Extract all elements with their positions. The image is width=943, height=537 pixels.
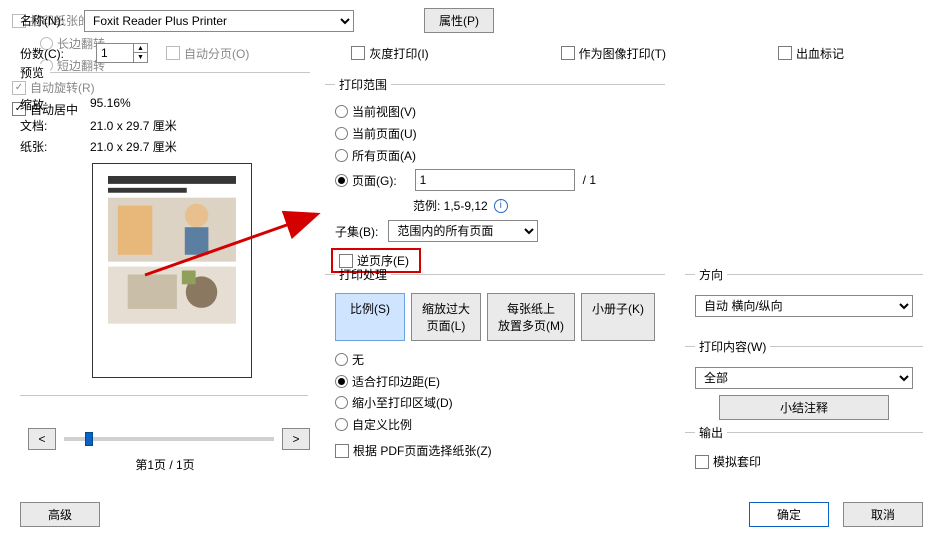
scale-shrink-radio[interactable]: 缩小至打印区域(D) xyxy=(335,394,453,411)
cancel-button[interactable]: 取消 xyxy=(843,502,923,527)
print-content-select[interactable]: 全部 xyxy=(695,367,913,389)
paper-label: 纸张: xyxy=(20,138,90,155)
pages-radio[interactable]: 页面(G): xyxy=(335,172,397,189)
output-legend: 输出 xyxy=(695,424,727,441)
collate-checkbox: 自动分页(O) xyxy=(166,45,249,62)
spinner-down-icon[interactable]: ▼ xyxy=(133,53,147,62)
print-handling-group: 打印处理 比例(S) 缩放过大页面(L) 每张纸上放置多页(M) 小册子(K) … xyxy=(325,266,665,466)
scale-custom-radio[interactable]: 自定义比例 xyxy=(335,416,412,433)
tab-multi-per-sheet[interactable]: 每张纸上放置多页(M) xyxy=(487,293,575,341)
zoom-label: 缩放: xyxy=(20,96,90,113)
pages-total: / 1 xyxy=(583,173,596,187)
doc-label: 文档: xyxy=(20,117,90,134)
preview-next-button[interactable]: > xyxy=(282,428,310,450)
pages-example: 范例: 1,5-9,12 xyxy=(413,197,488,214)
tab-booklet[interactable]: 小册子(K) xyxy=(581,293,655,341)
preview-thumbnail-image xyxy=(108,176,236,324)
slider-thumb[interactable] xyxy=(85,432,93,446)
all-pages-radio[interactable]: 所有页面(A) xyxy=(335,147,416,164)
print-handling-legend: 打印处理 xyxy=(335,266,391,283)
current-page-radio[interactable]: 当前页面(U) xyxy=(335,125,417,142)
current-view-radio[interactable]: 当前视图(V) xyxy=(335,103,416,120)
copies-label: 份数(C): xyxy=(20,45,84,62)
orientation-group: 方向 自动 横向/纵向 xyxy=(685,266,923,326)
spinner-up-icon[interactable]: ▲ xyxy=(133,44,147,53)
print-content-group: 打印内容(W) 全部 小结注释 xyxy=(685,338,923,412)
printer-name-label: 名称(N): xyxy=(20,12,84,29)
print-content-legend: 打印内容(W) xyxy=(695,338,770,355)
grayscale-checkbox[interactable]: 灰度打印(I) xyxy=(351,45,428,62)
output-group: 输出 模拟套印 xyxy=(685,424,923,472)
bleed-checkbox[interactable]: 出血标记 xyxy=(778,45,844,62)
ok-button[interactable]: 确定 xyxy=(749,502,829,527)
pages-input[interactable] xyxy=(415,169,575,191)
scale-fit-radio[interactable]: 适合打印边距(E) xyxy=(335,373,440,390)
doc-value: 21.0 x 29.7 厘米 xyxy=(90,117,177,134)
page-indicator: 第1页 / 1页 xyxy=(20,456,310,473)
print-range-group: 打印范围 当前视图(V) 当前页面(U) 所有页面(A) 页面(G): / 1 … xyxy=(325,76,665,251)
zoom-value: 95.16% xyxy=(90,96,131,113)
subset-select[interactable]: 范围内的所有页面 xyxy=(388,220,538,242)
orientation-legend: 方向 xyxy=(695,266,727,283)
paper-value: 21.0 x 29.7 厘米 xyxy=(90,138,177,155)
tab-large-pages[interactable]: 缩放过大页面(L) xyxy=(411,293,481,341)
advanced-button[interactable]: 高级 xyxy=(20,502,100,527)
page-preview xyxy=(92,163,252,378)
preview-legend: 预览 xyxy=(20,64,50,81)
properties-button[interactable]: 属性(P) xyxy=(424,8,494,33)
preview-prev-button[interactable]: < xyxy=(28,428,56,450)
copies-input[interactable] xyxy=(97,44,133,62)
info-icon[interactable]: i xyxy=(494,199,508,213)
subset-label: 子集(B): xyxy=(335,223,378,240)
print-range-legend: 打印范围 xyxy=(335,76,391,93)
copies-spinner[interactable]: ▲▼ xyxy=(96,43,148,63)
tab-scale[interactable]: 比例(S) xyxy=(335,293,405,341)
summarize-comments-button[interactable]: 小结注释 xyxy=(719,395,889,420)
print-as-image-checkbox[interactable]: 作为图像打印(T) xyxy=(561,45,666,62)
simulate-overprint-checkbox[interactable]: 模拟套印 xyxy=(695,453,761,470)
choose-paper-checkbox[interactable]: 根据 PDF页面选择纸张(Z) xyxy=(335,442,492,459)
printer-select[interactable]: Foxit Reader Plus Printer xyxy=(84,10,354,32)
scale-none-radio[interactable]: 无 xyxy=(335,351,364,368)
orientation-select[interactable]: 自动 横向/纵向 xyxy=(695,295,913,317)
preview-slider[interactable] xyxy=(64,437,274,441)
